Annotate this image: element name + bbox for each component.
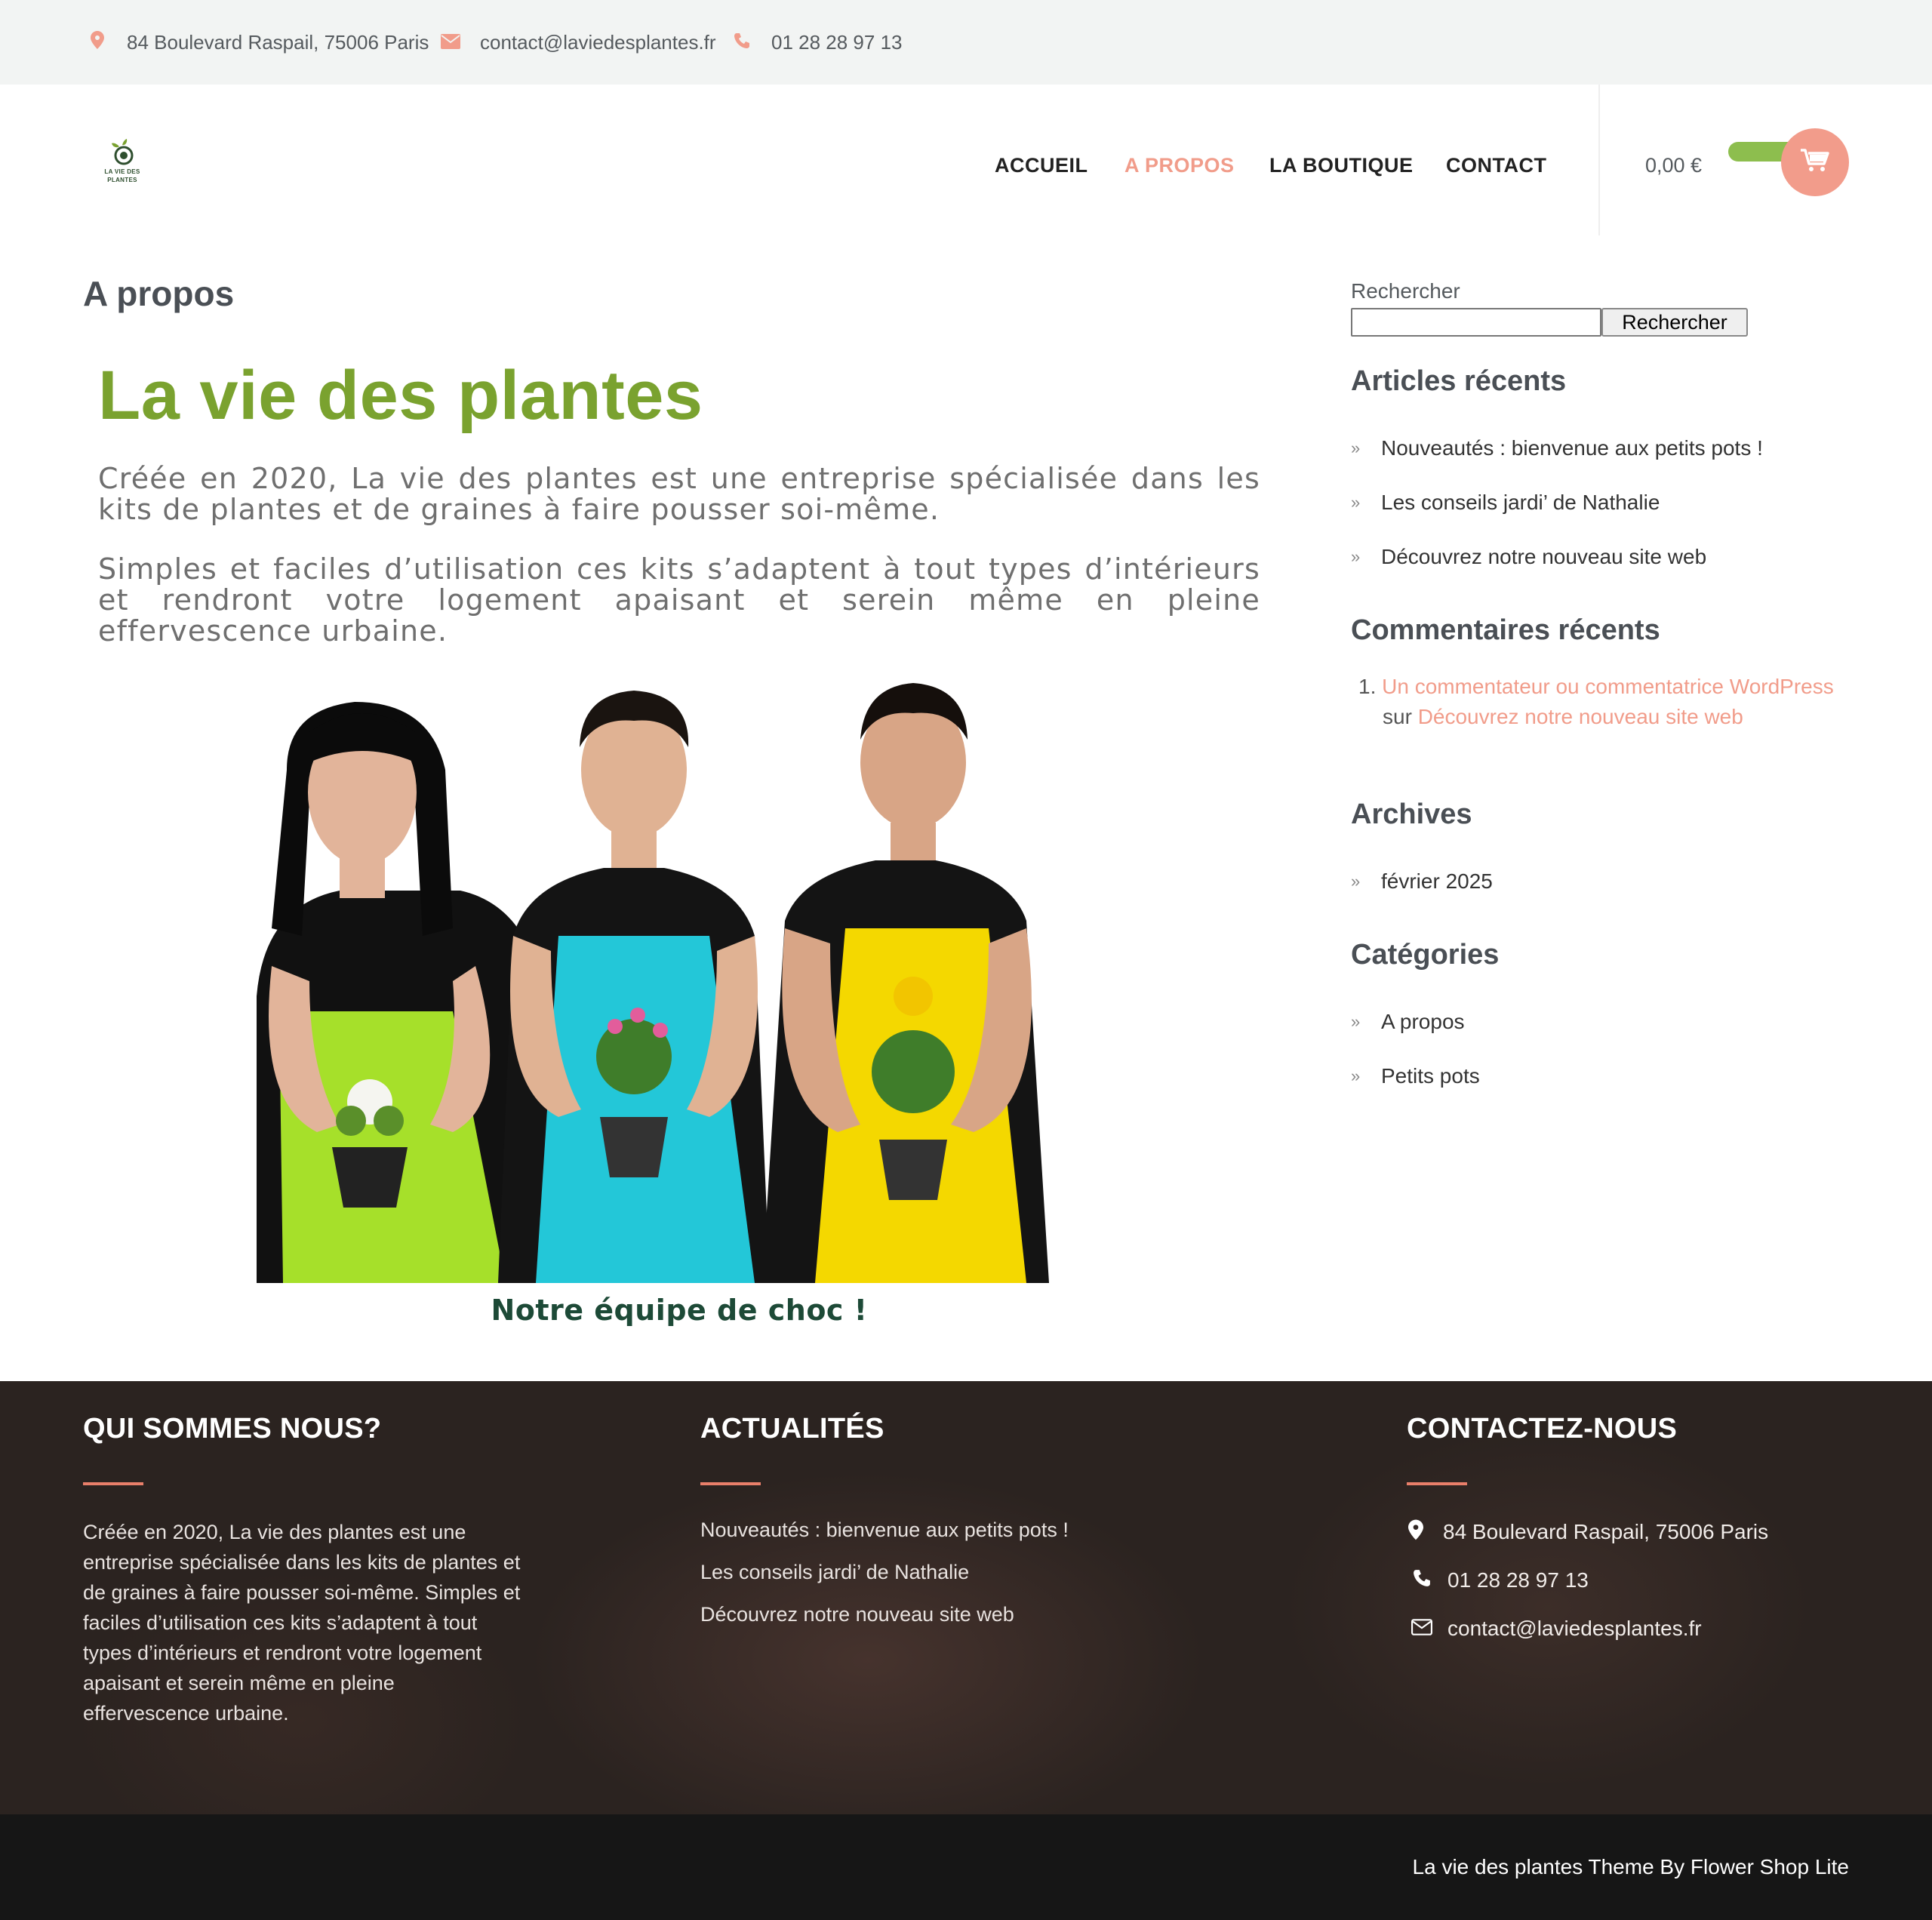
topbar-email[interactable]: contact@laviedesplantes.fr	[438, 29, 716, 56]
nav-contact[interactable]: CONTACT	[1446, 154, 1546, 177]
category-link[interactable]: Petits pots	[1381, 1064, 1480, 1088]
phone-icon	[729, 31, 755, 54]
topbar-email-text[interactable]: contact@laviedesplantes.fr	[480, 31, 716, 54]
footer-contact-heading: CONTACTEZ-NOUS	[1407, 1413, 1678, 1445]
topbar-phone[interactable]: 01 28 28 97 13	[729, 29, 903, 56]
comment-number: 1.	[1358, 675, 1377, 698]
archive-item[interactable]: » février 2025	[1351, 868, 1493, 895]
comment-on-text: sur	[1383, 705, 1412, 728]
search-label: Rechercher	[1351, 279, 1460, 303]
categories-heading: Catégories	[1351, 939, 1500, 971]
envelope-icon	[1407, 1617, 1437, 1641]
search-input[interactable]	[1351, 308, 1601, 337]
recent-posts-heading: Articles récents	[1351, 365, 1567, 397]
shopping-cart-icon	[1801, 148, 1829, 177]
footer-heading-rule	[700, 1482, 761, 1485]
comment-author-link[interactable]: Un commentateur ou commentatrice WordPre…	[1382, 675, 1834, 698]
page-title: A propos	[83, 274, 235, 313]
chevron-right-icon: »	[1351, 872, 1361, 891]
team-member-1	[257, 702, 543, 1283]
footer-heading-rule	[83, 1482, 143, 1485]
about-heading: La vie des plantes	[98, 357, 703, 434]
footer-email-text[interactable]: contact@laviedesplantes.fr	[1447, 1617, 1702, 1641]
recent-comment: 1. Un commentateur ou commentatrice Word…	[1358, 672, 1872, 732]
chevron-right-icon: »	[1351, 1012, 1361, 1031]
chevron-right-icon: »	[1351, 1066, 1361, 1085]
map-marker-icon	[85, 30, 110, 54]
footer-news-link[interactable]: Les conseils jardi’ de Nathalie	[700, 1561, 969, 1584]
footer-heading-rule	[1407, 1482, 1467, 1485]
about-paragraph-2: Simples et faciles d’utilisation ces kit…	[98, 552, 1260, 648]
header-divider	[1598, 85, 1600, 235]
nav-a-propos[interactable]: A PROPOS	[1124, 154, 1235, 177]
site-logo[interactable]: LA VIE DES PLANTES	[97, 137, 148, 190]
recent-post-item[interactable]: » Nouveautés : bienvenue aux petits pots…	[1351, 435, 1763, 462]
footer-about-heading: QUI SOMMES NOUS?	[83, 1413, 382, 1445]
search-button[interactable]: Rechercher	[1601, 308, 1748, 337]
phone-icon	[1407, 1568, 1437, 1592]
chevron-right-icon: »	[1351, 493, 1361, 512]
category-item[interactable]: » Petits pots	[1351, 1063, 1480, 1090]
recent-post-link[interactable]: Les conseils jardi’ de Nathalie	[1381, 491, 1660, 515]
footer-contact-phone[interactable]: 01 28 28 97 13	[1407, 1565, 1589, 1595]
footer-news-link[interactable]: Découvrez notre nouveau site web	[700, 1603, 1014, 1626]
team-member-2	[498, 691, 770, 1283]
nav-la-boutique[interactable]: LA BOUTIQUE	[1269, 154, 1414, 177]
footer-phone-text[interactable]: 01 28 28 97 13	[1447, 1568, 1589, 1592]
footer-address-text: 84 Boulevard Raspail, 75006 Paris	[1443, 1520, 1769, 1543]
team-photo	[226, 679, 1124, 1283]
chevron-right-icon: »	[1351, 547, 1361, 566]
footer-bottom-bar: La vie des plantes Theme By Flower Shop …	[0, 1814, 1932, 1920]
logo-text: LA VIE DES PLANTES	[104, 168, 140, 183]
footer-background-decoration	[1283, 1426, 1811, 1789]
footer-news-link[interactable]: Nouveautés : bienvenue aux petits pots !	[700, 1518, 1069, 1542]
logo-mark	[112, 139, 134, 165]
top-info-bar: 84 Boulevard Raspail, 75006 Paris contac…	[0, 0, 1932, 85]
topbar-phone-text[interactable]: 01 28 28 97 13	[771, 31, 903, 54]
recent-post-item[interactable]: » Les conseils jardi’ de Nathalie	[1351, 489, 1660, 516]
footer-news-heading: ACTUALITÉS	[700, 1413, 884, 1445]
recent-post-link[interactable]: Nouveautés : bienvenue aux petits pots !	[1381, 436, 1763, 460]
map-marker-icon	[1407, 1519, 1425, 1546]
recent-post-item[interactable]: » Découvrez notre nouveau site web	[1351, 543, 1706, 571]
cart-total[interactable]: 0,00 €	[1645, 154, 1702, 177]
footer-about-text: Créée en 2020, La vie des plantes est un…	[83, 1521, 521, 1725]
chevron-right-icon: »	[1351, 438, 1361, 457]
footer-contact-email[interactable]: contact@laviedesplantes.fr	[1407, 1614, 1702, 1644]
envelope-icon	[438, 31, 463, 54]
team-caption: Notre équipe de choc !	[491, 1294, 868, 1327]
topbar-address: 84 Boulevard Raspail, 75006 Paris	[85, 29, 429, 56]
archives-heading: Archives	[1351, 798, 1472, 830]
recent-comments-heading: Commentaires récents	[1351, 614, 1660, 646]
category-item[interactable]: » A propos	[1351, 1008, 1465, 1035]
topbar-address-text: 84 Boulevard Raspail, 75006 Paris	[127, 30, 429, 54]
site-header: LA VIE DES PLANTES ACCUEIL A PROPOS LA B…	[0, 85, 1932, 235]
team-member-3	[762, 683, 1049, 1283]
comment-post-link[interactable]: Découvrez notre nouveau site web	[1418, 705, 1743, 728]
category-link[interactable]: A propos	[1381, 1010, 1465, 1034]
nav-accueil[interactable]: ACCUEIL	[995, 154, 1088, 177]
recent-post-link[interactable]: Découvrez notre nouveau site web	[1381, 545, 1706, 569]
theme-credit[interactable]: La vie des plantes Theme By Flower Shop …	[1413, 1855, 1849, 1879]
about-paragraph-1: Créée en 2020, La vie des plantes est un…	[98, 462, 1260, 526]
cart-button[interactable]	[1781, 128, 1849, 196]
footer-contact-address: 84 Boulevard Raspail, 75006 Paris	[1407, 1517, 1768, 1547]
site-footer: QUI SOMMES NOUS? Créée en 2020, La vie d…	[0, 1381, 1932, 1814]
archive-link[interactable]: février 2025	[1381, 869, 1493, 894]
